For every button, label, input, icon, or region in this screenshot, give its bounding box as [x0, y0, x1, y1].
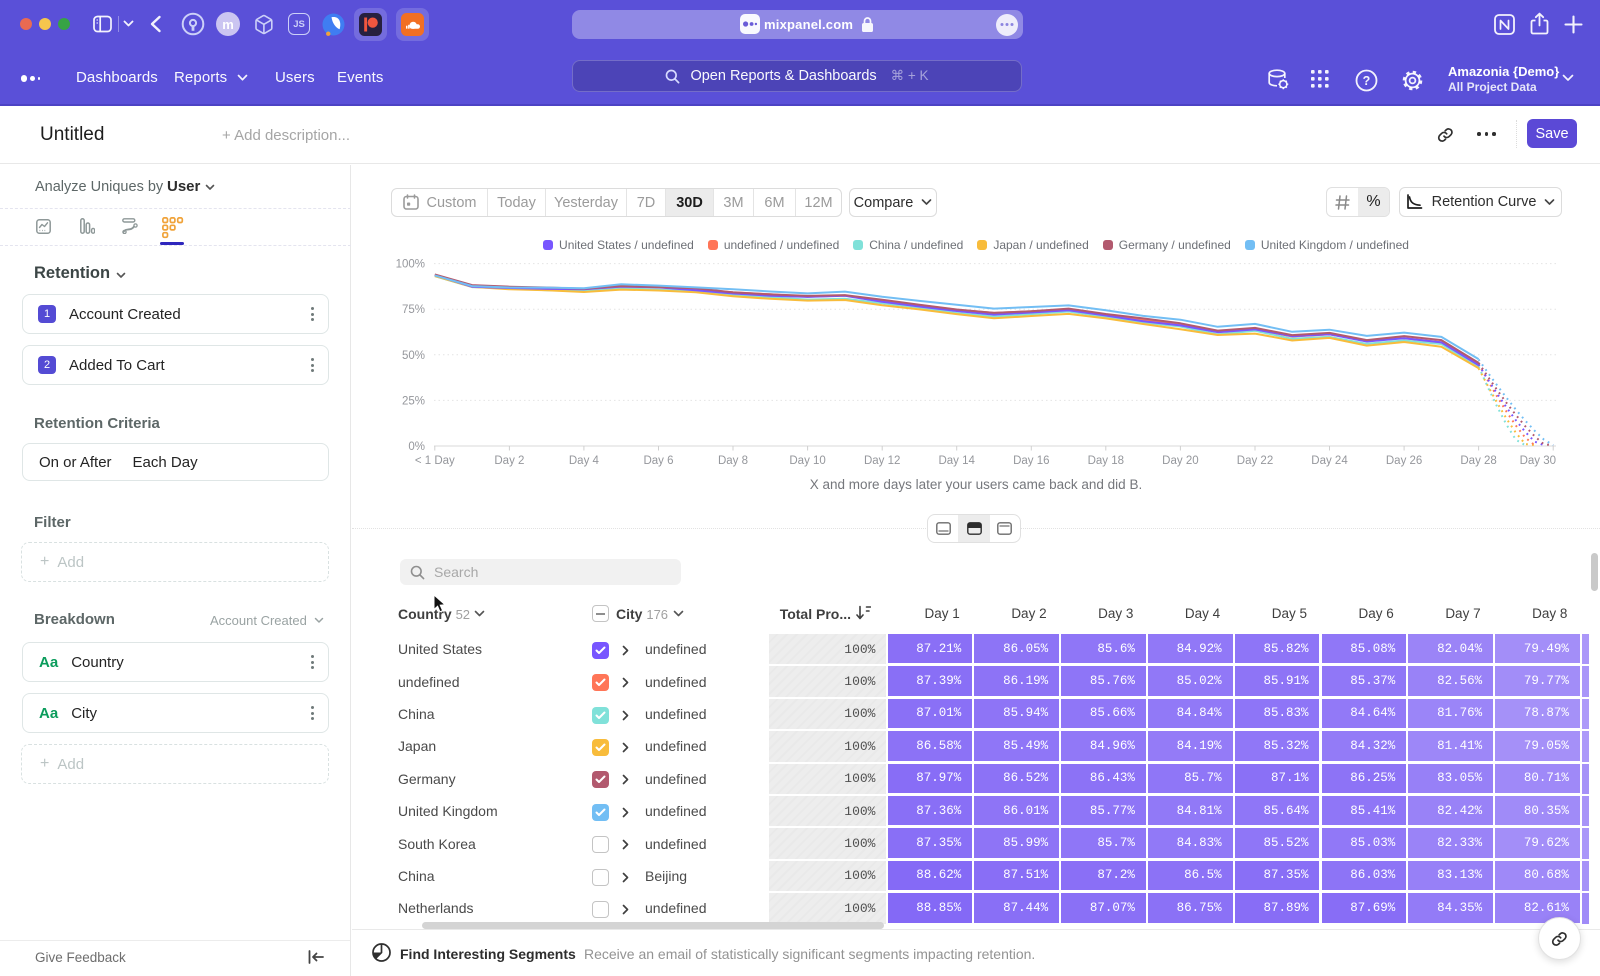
svg-text:0%: 0% — [408, 441, 425, 453]
svg-text:50%: 50% — [402, 350, 425, 362]
svg-text:Day 6: Day 6 — [643, 455, 673, 467]
svg-text:Day 30: Day 30 — [1520, 455, 1556, 467]
svg-text:Day 14: Day 14 — [938, 455, 975, 467]
svg-text:Day 10: Day 10 — [789, 455, 825, 467]
svg-text:< 1 Day: < 1 Day — [415, 455, 455, 467]
svg-text:Day 2: Day 2 — [494, 455, 524, 467]
svg-text:Day 26: Day 26 — [1386, 455, 1422, 467]
svg-text:Day 20: Day 20 — [1162, 455, 1198, 467]
svg-text:Day 8: Day 8 — [718, 455, 748, 467]
svg-text:?: ? — [1363, 74, 1371, 88]
svg-text:Day 4: Day 4 — [569, 455, 600, 467]
svg-text:Day 22: Day 22 — [1237, 455, 1273, 467]
svg-text:25%: 25% — [402, 395, 425, 407]
svg-text:Day 24: Day 24 — [1311, 455, 1348, 467]
svg-text:75%: 75% — [402, 304, 425, 316]
svg-text:Day 16: Day 16 — [1013, 455, 1049, 467]
svg-text:100%: 100% — [396, 259, 425, 271]
svg-text:Day 12: Day 12 — [864, 455, 900, 467]
svg-text:Day 28: Day 28 — [1460, 455, 1496, 467]
svg-text:Day 18: Day 18 — [1088, 455, 1124, 467]
